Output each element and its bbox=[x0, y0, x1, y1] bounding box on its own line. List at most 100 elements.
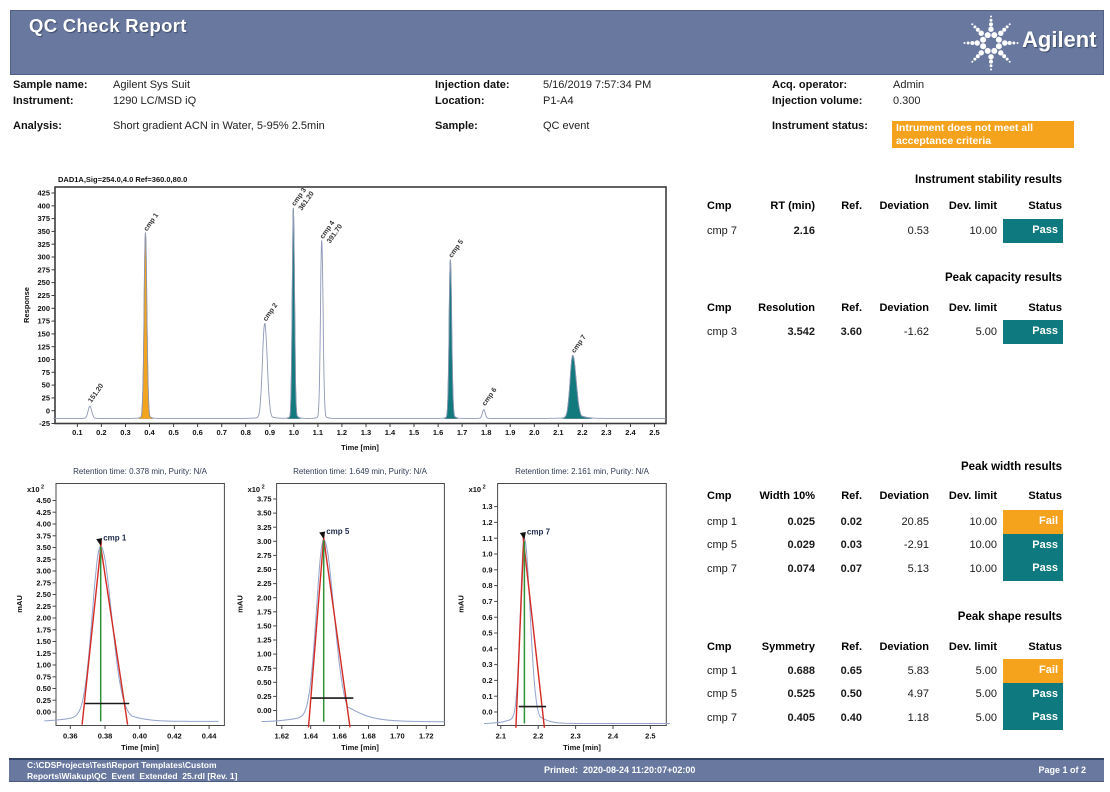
svg-text:0.6: 0.6 bbox=[192, 428, 202, 437]
svg-text:Time [min]: Time [min] bbox=[341, 443, 379, 452]
svg-text:0.8: 0.8 bbox=[240, 428, 250, 437]
svg-text:25: 25 bbox=[42, 394, 50, 403]
svg-text:1.7: 1.7 bbox=[457, 428, 467, 437]
svg-text:Time [min]: Time [min] bbox=[563, 743, 601, 752]
svg-text:2.00: 2.00 bbox=[257, 593, 272, 602]
svg-text:300: 300 bbox=[37, 253, 50, 262]
svg-text:mAU: mAU bbox=[457, 595, 466, 613]
svg-text:0.5: 0.5 bbox=[168, 428, 178, 437]
svg-text:2: 2 bbox=[483, 485, 486, 491]
svg-text:1.3: 1.3 bbox=[482, 502, 492, 511]
svg-text:0.1: 0.1 bbox=[482, 692, 492, 701]
svg-text:1.8: 1.8 bbox=[481, 428, 491, 437]
svg-text:2.25: 2.25 bbox=[36, 602, 51, 611]
svg-text:2.5: 2.5 bbox=[645, 732, 655, 741]
svg-text:325: 325 bbox=[37, 240, 50, 249]
svg-text:3.75: 3.75 bbox=[257, 495, 272, 504]
svg-text:x10: x10 bbox=[248, 485, 261, 494]
svg-text:1.2: 1.2 bbox=[482, 518, 492, 527]
svg-text:cmp 1: cmp 1 bbox=[103, 534, 127, 543]
svg-text:2: 2 bbox=[41, 485, 44, 491]
svg-text:1.68: 1.68 bbox=[361, 732, 376, 741]
svg-text:1.00: 1.00 bbox=[36, 661, 51, 670]
svg-text:-25: -25 bbox=[39, 419, 50, 428]
svg-text:275: 275 bbox=[37, 265, 50, 274]
svg-text:0.00: 0.00 bbox=[257, 706, 272, 715]
svg-text:2.2: 2.2 bbox=[577, 428, 587, 437]
svg-text:0.25: 0.25 bbox=[36, 696, 51, 705]
svg-text:1.6: 1.6 bbox=[433, 428, 443, 437]
svg-text:0.50: 0.50 bbox=[257, 678, 272, 687]
svg-text:1.3: 1.3 bbox=[361, 428, 371, 437]
svg-text:3.75: 3.75 bbox=[36, 531, 51, 540]
svg-text:2.1: 2.1 bbox=[496, 732, 506, 741]
svg-text:1.75: 1.75 bbox=[36, 625, 51, 634]
svg-text:250: 250 bbox=[37, 278, 50, 287]
svg-text:0.4: 0.4 bbox=[144, 428, 155, 437]
svg-text:2.0: 2.0 bbox=[529, 428, 539, 437]
svg-text:1.66: 1.66 bbox=[332, 732, 347, 741]
svg-text:2.5: 2.5 bbox=[649, 428, 659, 437]
svg-text:2.1: 2.1 bbox=[553, 428, 563, 437]
svg-text:1.72: 1.72 bbox=[419, 732, 434, 741]
svg-text:1.00: 1.00 bbox=[257, 650, 272, 659]
svg-text:cmp 5: cmp 5 bbox=[326, 527, 350, 536]
svg-text:0.75: 0.75 bbox=[257, 664, 272, 673]
svg-text:2.25: 2.25 bbox=[257, 579, 272, 588]
svg-text:1.4: 1.4 bbox=[385, 428, 396, 437]
svg-text:375: 375 bbox=[37, 214, 50, 223]
svg-text:200: 200 bbox=[37, 304, 50, 313]
svg-text:x10: x10 bbox=[469, 485, 482, 494]
svg-text:1.62: 1.62 bbox=[274, 732, 289, 741]
svg-text:400: 400 bbox=[37, 201, 50, 210]
svg-text:75: 75 bbox=[42, 368, 50, 377]
svg-text:0.38: 0.38 bbox=[98, 732, 113, 741]
svg-text:2.3: 2.3 bbox=[570, 732, 580, 741]
svg-text:1.64: 1.64 bbox=[303, 732, 318, 741]
svg-text:350: 350 bbox=[37, 227, 50, 236]
svg-text:175: 175 bbox=[37, 317, 50, 326]
svg-text:0.6: 0.6 bbox=[482, 613, 492, 622]
svg-text:mAU: mAU bbox=[15, 595, 24, 613]
svg-text:1.9: 1.9 bbox=[505, 428, 515, 437]
svg-text:x10: x10 bbox=[27, 485, 40, 494]
svg-text:0.7: 0.7 bbox=[216, 428, 226, 437]
svg-text:0.36: 0.36 bbox=[63, 732, 78, 741]
svg-text:2.00: 2.00 bbox=[36, 614, 51, 623]
svg-text:150: 150 bbox=[37, 330, 50, 339]
svg-text:1.70: 1.70 bbox=[390, 732, 405, 741]
svg-text:3.50: 3.50 bbox=[36, 543, 51, 552]
svg-text:2: 2 bbox=[262, 485, 265, 491]
svg-text:1.0: 1.0 bbox=[482, 550, 492, 559]
svg-text:mAU: mAU bbox=[236, 595, 245, 613]
svg-text:0.7: 0.7 bbox=[482, 597, 492, 606]
svg-text:0: 0 bbox=[46, 406, 50, 415]
svg-text:1.50: 1.50 bbox=[36, 637, 51, 646]
svg-text:2.75: 2.75 bbox=[36, 578, 51, 587]
svg-text:2.2: 2.2 bbox=[533, 732, 543, 741]
svg-text:0.4: 0.4 bbox=[482, 644, 493, 653]
svg-text:2.4: 2.4 bbox=[608, 732, 619, 741]
svg-text:Retention time: 2.161 min, Pur: Retention time: 2.161 min, Purity: N/A bbox=[515, 467, 650, 476]
svg-text:125: 125 bbox=[37, 342, 50, 351]
svg-text:50: 50 bbox=[42, 381, 50, 390]
svg-text:425: 425 bbox=[37, 189, 50, 198]
svg-text:2.50: 2.50 bbox=[257, 565, 272, 574]
svg-text:225: 225 bbox=[37, 291, 50, 300]
svg-text:0.00: 0.00 bbox=[36, 708, 51, 717]
svg-text:3.25: 3.25 bbox=[257, 523, 272, 532]
svg-text:3.50: 3.50 bbox=[257, 509, 272, 518]
svg-text:0.42: 0.42 bbox=[167, 732, 182, 741]
svg-text:0.3: 0.3 bbox=[120, 428, 130, 437]
svg-text:1.50: 1.50 bbox=[257, 622, 272, 631]
svg-text:0.3: 0.3 bbox=[482, 660, 492, 669]
svg-text:2.50: 2.50 bbox=[36, 590, 51, 599]
svg-text:0.75: 0.75 bbox=[36, 672, 51, 681]
svg-text:1.25: 1.25 bbox=[257, 636, 272, 645]
svg-text:0.50: 0.50 bbox=[36, 684, 51, 693]
svg-text:3.00: 3.00 bbox=[257, 537, 272, 546]
svg-text:1.0: 1.0 bbox=[289, 428, 299, 437]
svg-text:0.8: 0.8 bbox=[482, 581, 492, 590]
svg-text:Time [min]: Time [min] bbox=[121, 743, 159, 752]
svg-text:0.2: 0.2 bbox=[482, 676, 492, 685]
